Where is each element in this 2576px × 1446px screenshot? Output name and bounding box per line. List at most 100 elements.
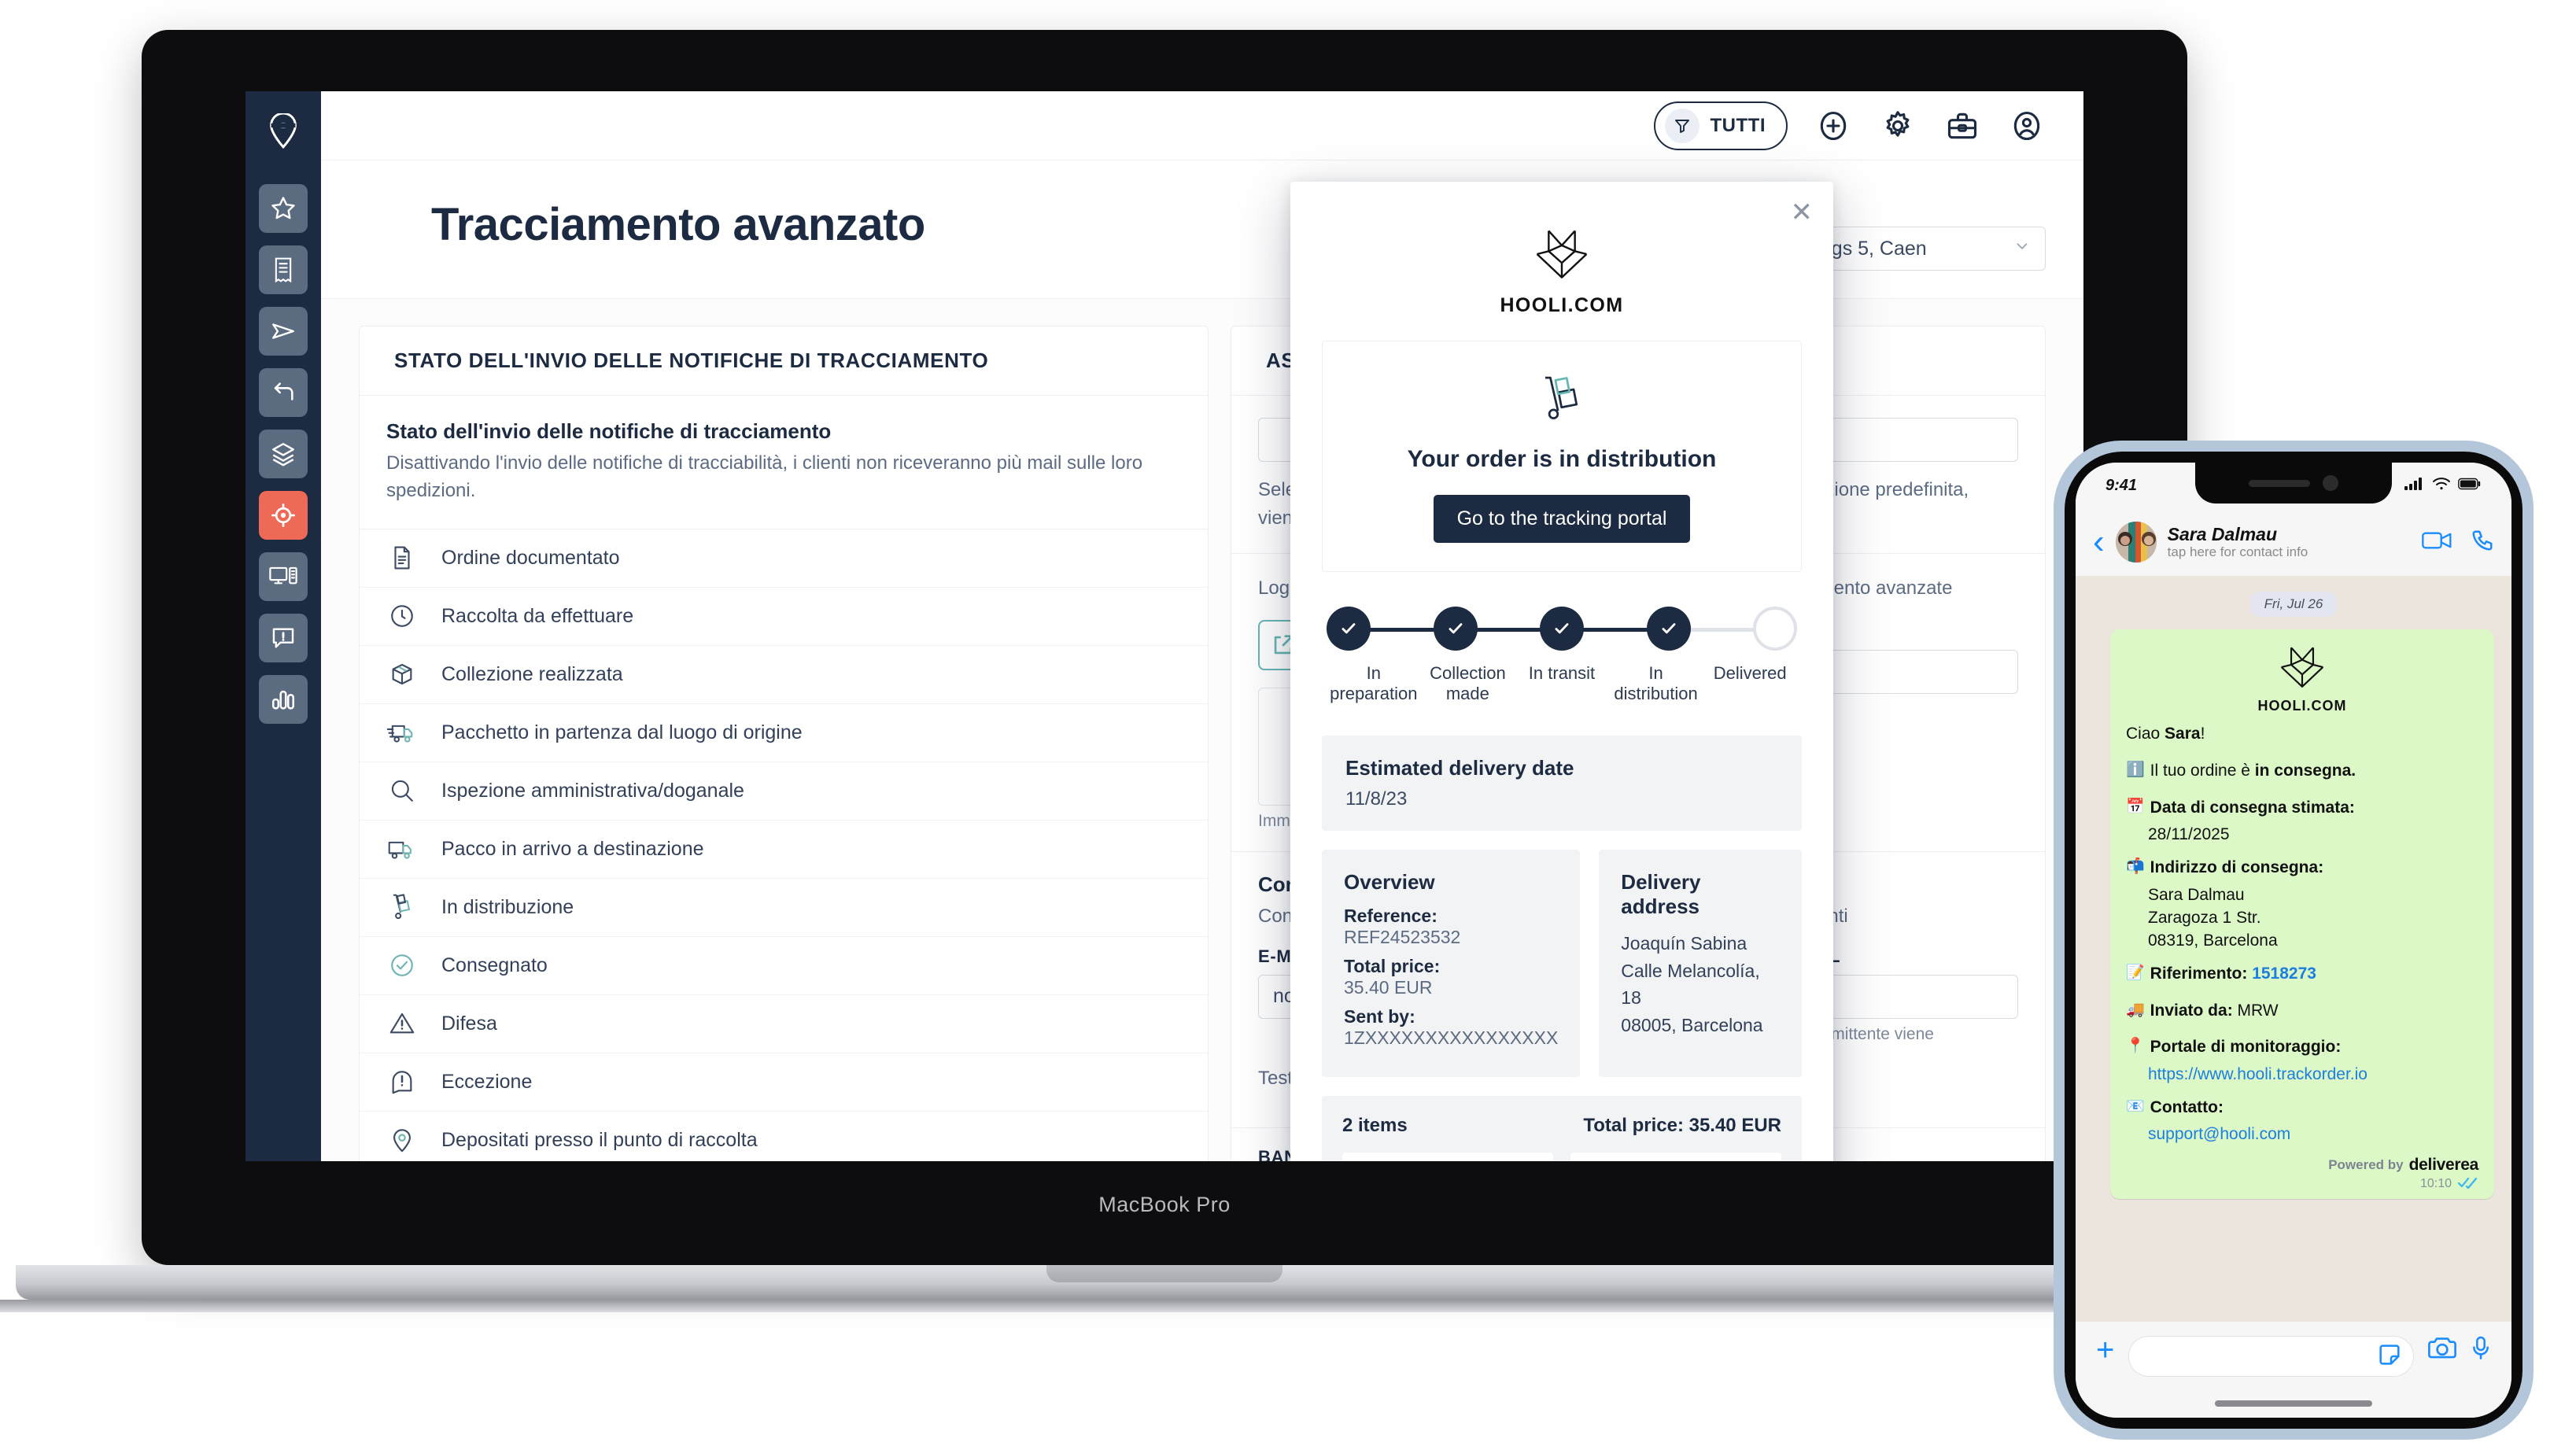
item-card[interactable]: Gorra 9799987 Price: 10.30 EUR xyxy=(1570,1153,1781,1161)
sidebar-item-catalog[interactable] xyxy=(259,430,308,478)
step-label: In distribution xyxy=(1614,663,1698,703)
address-line-2: Calle Melancolía, 18 xyxy=(1621,960,1760,1009)
status-icons xyxy=(2404,477,2482,495)
mailbox-emoji-icon: 📬 xyxy=(2126,858,2145,875)
video-call-icon[interactable] xyxy=(2422,529,2453,555)
reference-key: Reference: xyxy=(1344,906,1437,926)
filter-all-button[interactable]: TUTTI xyxy=(1653,101,1788,150)
reference-value[interactable]: 1518273 xyxy=(2252,965,2316,983)
contact-line: 📧 Contatto: xyxy=(2126,1096,2478,1120)
tracking-notifications-card: STATO DELL'INVIO DELLE NOTIFICHE DI TRAC… xyxy=(359,326,1209,1161)
info-emoji-icon: ℹ️ xyxy=(2126,761,2145,778)
estimated-delivery-value: 11/8/23 xyxy=(1345,788,1408,810)
step-label: Collection made xyxy=(1430,663,1506,703)
close-icon[interactable]: ✕ xyxy=(1791,199,1814,226)
filter-all-label: TUTTI xyxy=(1710,114,1766,136)
user-circle-icon[interactable] xyxy=(2008,107,2046,145)
status-row[interactable]: Difesa xyxy=(360,995,1208,1053)
avatar[interactable] xyxy=(2115,522,2157,563)
status-row-label: Difesa xyxy=(441,1012,497,1035)
message-input[interactable] xyxy=(2128,1336,2414,1377)
warning-triangle-icon xyxy=(386,1008,418,1039)
truck-arriving-icon xyxy=(386,833,418,865)
section-desc-left: Disattivando l'invio delle notifiche di … xyxy=(386,452,1143,501)
sticker-icon[interactable] xyxy=(2377,1342,2402,1371)
check-circle-icon xyxy=(386,950,418,981)
front-camera-icon xyxy=(2323,475,2338,491)
plus-circle-icon[interactable] xyxy=(1814,107,1852,145)
sidebar-item-shipments[interactable] xyxy=(259,307,308,356)
status-row[interactable]: Ispezione amministrativa/doganale xyxy=(360,762,1208,821)
sidebar-item-orders[interactable] xyxy=(259,245,308,294)
truck-emoji-icon: 🚚 xyxy=(2126,1001,2145,1018)
carrier-label: Inviato da: xyxy=(2150,1001,2233,1020)
item-card[interactable]: Camiseta negra - Talla S 878687 Price: 2… xyxy=(1342,1153,1553,1161)
sidebar-item-tracking[interactable] xyxy=(259,491,308,540)
status-row[interactable]: Ordine documentato xyxy=(360,529,1208,588)
status-row-label: Collezione realizzata xyxy=(441,662,623,685)
chevron-down-icon xyxy=(2013,238,2031,260)
camera-icon[interactable] xyxy=(2428,1336,2456,1365)
portal-url[interactable]: https://www.hooli.trackorder.io xyxy=(2126,1063,2478,1086)
double-check-icon xyxy=(2457,1176,2478,1193)
back-icon[interactable]: ‹ xyxy=(2093,525,2105,559)
status-row[interactable]: Eccezione xyxy=(360,1053,1208,1112)
iphone-device: 9:41 ‹ Sara Dalmau tap here for contact … xyxy=(2054,441,2534,1440)
sidebar-item-returns[interactable] xyxy=(259,368,308,417)
sidebar-item-favorites[interactable] xyxy=(259,184,308,233)
address-block: Sara Dalmau Zaragoza 1 Str. 08319, Barce… xyxy=(2126,883,2478,953)
address-line-1: Joaquín Sabina xyxy=(1621,933,1747,954)
chat-area[interactable]: Fri, Jul 26 HOOLI.COM Ciao Sara! ℹ️ Il t… xyxy=(2076,576,2511,1322)
hand-truck-icon xyxy=(386,891,418,923)
chat-header: ‹ Sara Dalmau tap here for contact info xyxy=(2076,508,2511,576)
status-row[interactable]: Raccolta da effettuare xyxy=(360,588,1208,646)
status-row-label: Ordine documentato xyxy=(441,546,620,569)
total-price-value: 35.40 EUR xyxy=(1344,977,1433,998)
status-row[interactable]: Pacchetto in partenza dal luogo di origi… xyxy=(360,704,1208,762)
sidebar-item-incidents[interactable] xyxy=(259,614,308,662)
address-line: 📬 Indirizzo di consegna: xyxy=(2126,856,2478,880)
earpiece-speaker xyxy=(2249,479,2310,487)
macbook-device: TUTTI Tracciamento avanzato 5, Caen STAT… xyxy=(0,30,2353,1312)
tracking-preview-modal: ✕ HOOLI.COM Your order is in distributio… xyxy=(1290,182,1833,1161)
status-row[interactable]: Pacco in arrivo a destinazione xyxy=(360,821,1208,879)
laptop-model-label: MacBook Pro xyxy=(1098,1193,1231,1216)
voice-call-icon[interactable] xyxy=(2471,529,2494,556)
contact-email[interactable]: support@hooli.com xyxy=(2126,1123,2478,1145)
hooli-logo-icon xyxy=(2278,644,2327,695)
address-label: Indirizzo di consegna: xyxy=(2150,858,2324,876)
status-row[interactable]: Depositati presso il punto di raccolta xyxy=(360,1112,1208,1161)
chat-input-bar: + xyxy=(2076,1322,2511,1418)
go-to-tracking-portal-button[interactable]: Go to the tracking portal xyxy=(1433,495,1691,543)
attach-plus-icon[interactable]: + xyxy=(2096,1334,2114,1366)
contact-subtitle: tap here for contact info xyxy=(2167,544,2308,560)
sent-by-key: Sent by: xyxy=(1344,1006,1415,1027)
sidebar-item-portal[interactable] xyxy=(259,552,308,601)
gear-icon[interactable] xyxy=(1879,107,1917,145)
delivery-address-title: Delivery address xyxy=(1621,870,1701,918)
status-row-label: Ispezione amministrativa/doganale xyxy=(441,779,744,802)
status-time: 9:41 xyxy=(2105,476,2138,494)
microphone-icon[interactable] xyxy=(2471,1336,2491,1365)
cellular-signal-icon xyxy=(2404,477,2425,495)
reference-line: 📝 Riferimento: 1518273 xyxy=(2126,962,2478,986)
status-row[interactable]: Collezione realizzata xyxy=(360,646,1208,704)
laptop-screen: TUTTI Tracciamento avanzato 5, Caen STAT… xyxy=(245,91,2083,1161)
edd-label: Data di consegna stimata: xyxy=(2150,798,2355,817)
items-total-price: Total price: 35.40 EUR xyxy=(1583,1115,1781,1136)
send-icon xyxy=(270,318,297,345)
contact-info-block[interactable]: Sara Dalmau tap here for contact info xyxy=(2168,524,2308,561)
deliverea-pin-icon[interactable] xyxy=(264,110,303,154)
status-row[interactable]: Consegnato xyxy=(360,937,1208,995)
toolbox-icon[interactable] xyxy=(1943,107,1981,145)
carrier-value: MRW xyxy=(2237,1001,2279,1020)
status-row[interactable]: In distribuzione xyxy=(360,879,1208,937)
battery-icon xyxy=(2458,478,2482,494)
calendar-emoji-icon: 📅 xyxy=(2126,798,2145,815)
contact-name: Sara Dalmau xyxy=(2167,523,2278,544)
items-block: 2 items Total price: 35.40 EUR xyxy=(1322,1096,1802,1161)
greeting-post: ! xyxy=(2200,725,2205,743)
sidebar-item-analytics[interactable] xyxy=(259,675,308,724)
step-dot xyxy=(1540,607,1584,651)
portal-line: 📍 Portale di monitoraggio: xyxy=(2126,1035,2478,1059)
